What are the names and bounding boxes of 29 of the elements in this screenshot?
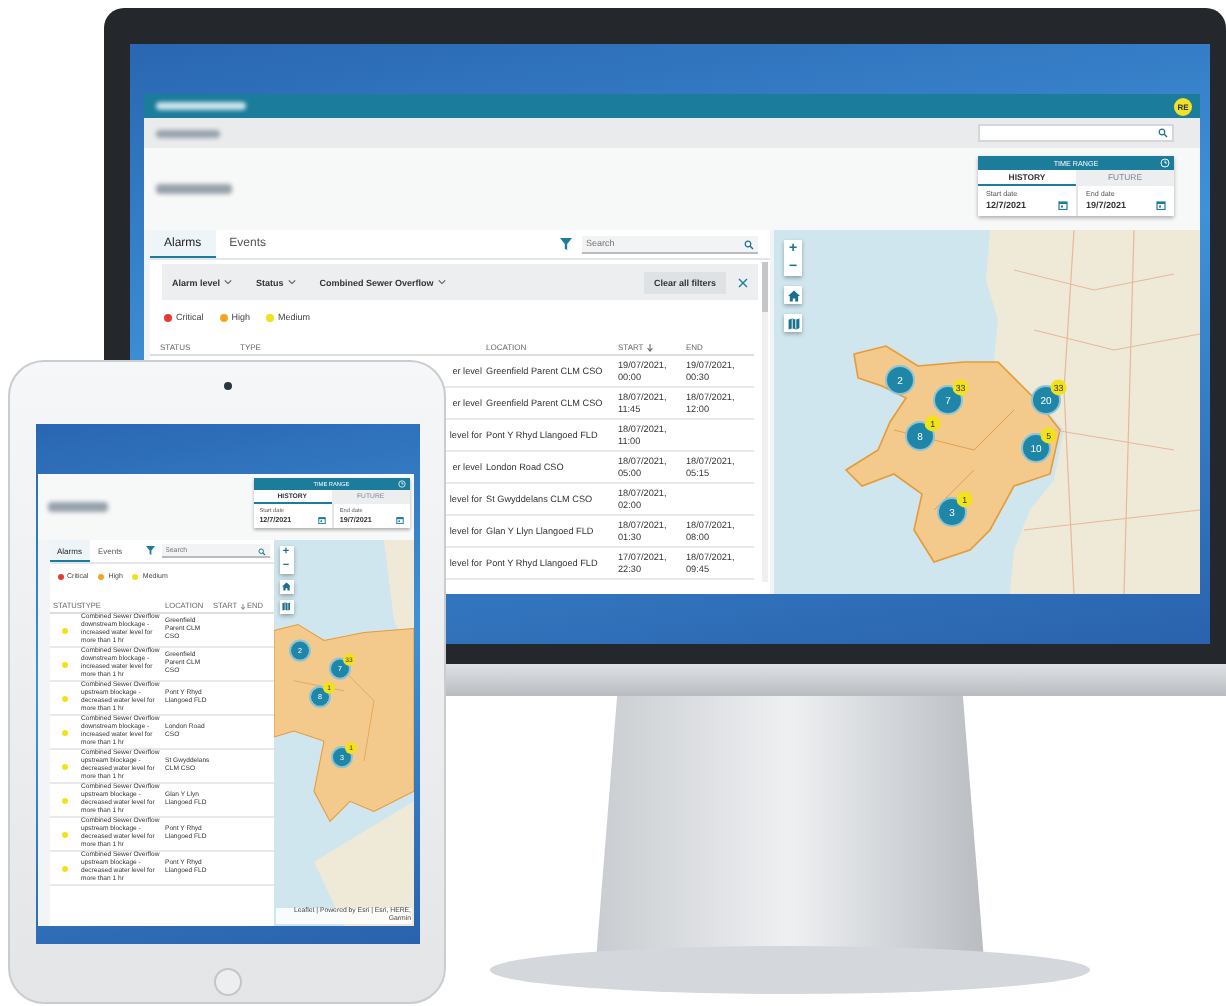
- calendar-icon[interactable]: [1156, 200, 1166, 210]
- chevron-down-icon: [437, 278, 446, 286]
- calendar-icon[interactable]: [317, 515, 325, 524]
- calendar-icon[interactable]: [395, 515, 404, 524]
- chevron-down-icon: [224, 278, 233, 286]
- search-icon: [1158, 128, 1168, 138]
- camera-icon: [223, 382, 231, 390]
- close-icon[interactable]: [738, 277, 748, 287]
- clock-icon: [398, 480, 407, 489]
- calendar-icon[interactable]: [1058, 200, 1068, 210]
- filter-icon[interactable]: [560, 238, 572, 250]
- filter-icon[interactable]: [146, 546, 155, 556]
- map-icon: [281, 602, 291, 612]
- map-icon: [787, 317, 799, 329]
- blurred-text-block: [156, 184, 232, 194]
- home-icon: [281, 582, 291, 592]
- chevron-down-icon: [287, 278, 296, 286]
- search-field[interactable]: [978, 124, 1174, 142]
- blurred-text-block: [47, 502, 107, 512]
- clock-icon: [1160, 158, 1170, 168]
- home-icon: [787, 289, 799, 301]
- map-layers-button[interactable]: [784, 314, 802, 332]
- search-icon: [257, 547, 265, 555]
- blurred-text-block: [156, 102, 246, 110]
- home-button[interactable]: [784, 286, 802, 304]
- sort-arrow-icon[interactable]: [645, 343, 654, 351]
- blurred-text-block: [156, 129, 220, 137]
- sort-arrow-icon[interactable]: [239, 603, 246, 609]
- search-icon: [744, 239, 754, 249]
